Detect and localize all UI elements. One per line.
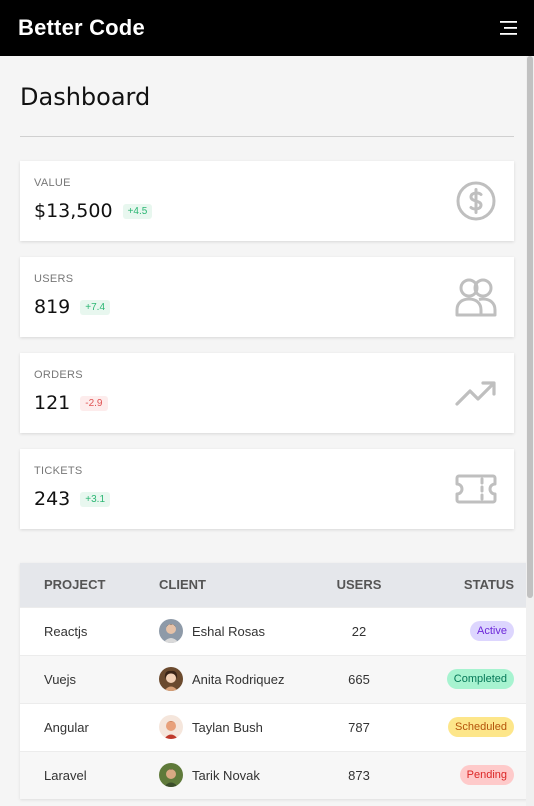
client-name: Taylan Bush: [192, 719, 263, 735]
projects-table: PROJECT CLIENT USERS STATUS Reactjs Esha…: [20, 563, 534, 799]
column-header-client[interactable]: CLIENT: [159, 563, 319, 607]
ticket-icon: [454, 469, 498, 509]
client-name: Eshal Rosas: [192, 623, 265, 639]
status-badge: Active: [470, 621, 514, 641]
table-row[interactable]: Reactjs Eshal Rosas 22 Active: [20, 606, 534, 655]
status-badge: Pending: [459, 765, 514, 786]
avatar: [159, 667, 183, 691]
client-cell: Taylan Bush: [159, 702, 319, 751]
project-cell: Reactjs: [20, 606, 159, 655]
status-badge: Scheduled: [448, 717, 514, 737]
trending-up-icon: [454, 373, 498, 413]
stat-value: 121: [34, 392, 71, 414]
hamburger-icon[interactable]: [494, 14, 522, 42]
project-cell: Vuejs: [20, 654, 159, 703]
client-cell: Tarik Novak: [159, 750, 319, 799]
project-cell: Laravel: [20, 750, 159, 799]
table-row[interactable]: Laravel Tarik Novak 873 Pending: [20, 750, 534, 799]
table-row[interactable]: Angular Taylan Bush 787 Scheduled: [20, 702, 534, 751]
avatar: [159, 763, 183, 788]
stat-value: 243: [34, 488, 71, 510]
scrollbar-thumb[interactable]: [527, 56, 533, 598]
page-title: Dashboard: [20, 83, 151, 111]
client-name: Anita Rodriquez: [192, 671, 285, 687]
status-cell: Scheduled: [399, 702, 534, 751]
avatar: [159, 619, 183, 643]
avatar: [159, 715, 183, 739]
users-cell: 873: [319, 750, 399, 799]
column-header-status[interactable]: STATUS: [399, 563, 534, 607]
stat-value: 819: [34, 296, 71, 318]
client-name: Tarik Novak: [192, 767, 260, 783]
stat-change-badge: -2.9: [80, 395, 108, 411]
status-badge: Completed: [446, 669, 514, 689]
stat-card-tickets: TICKETS 243 +3.1: [20, 449, 514, 529]
users-cell: 22: [319, 606, 399, 655]
stat-card-users: USERS 819 +7.4: [20, 257, 514, 337]
users-cell: 665: [319, 654, 399, 703]
dollar-circle-icon: [454, 181, 498, 221]
stat-card-orders: ORDERS 121 -2.9: [20, 353, 514, 433]
status-cell: Pending: [399, 750, 534, 799]
users-cell: 787: [319, 702, 399, 751]
top-navbar: Better Code: [0, 0, 534, 56]
users-icon: [454, 277, 498, 317]
stat-change-badge: +7.4: [80, 299, 111, 315]
project-cell: Angular: [20, 702, 159, 751]
table-row[interactable]: Vuejs Anita Rodriquez 665 Completed: [20, 654, 534, 703]
stat-label: VALUE: [34, 177, 71, 189]
stat-change-badge: +4.5: [122, 203, 153, 219]
stat-label: TICKETS: [34, 465, 83, 477]
stat-change-badge: +3.1: [80, 491, 111, 507]
stat-value: $13,500: [34, 200, 113, 222]
status-cell: Active: [399, 606, 534, 655]
table-header-row: PROJECT CLIENT USERS STATUS: [20, 563, 534, 607]
client-cell: Eshal Rosas: [159, 606, 319, 655]
client-cell: Anita Rodriquez: [159, 654, 319, 703]
stat-card-value: VALUE $13,500 +4.5: [20, 161, 514, 241]
main-content: Dashboard VALUE $13,500 +4.5 USERS 819 +…: [0, 56, 534, 799]
stat-label: USERS: [34, 273, 74, 285]
column-header-users[interactable]: USERS: [319, 563, 399, 607]
stat-label: ORDERS: [34, 369, 83, 381]
brand-logo[interactable]: Better Code: [18, 15, 145, 41]
status-cell: Completed: [399, 654, 534, 703]
column-header-project[interactable]: PROJECT: [20, 563, 159, 607]
title-divider: [20, 136, 514, 137]
